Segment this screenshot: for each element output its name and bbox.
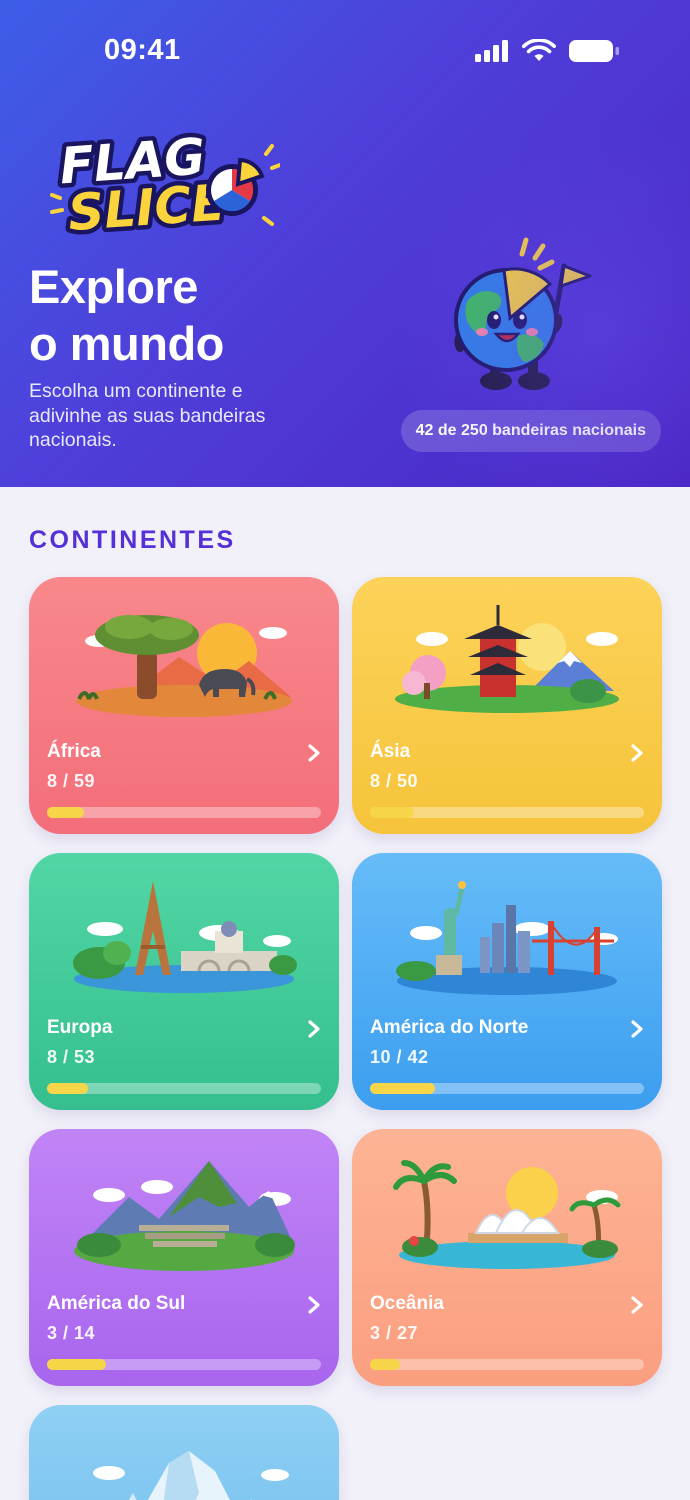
continent-card-europe[interactable]: Europa 8 / 53 <box>29 853 339 1110</box>
hero-subtitle: Escolha um continente e adivinhe as suas… <box>29 380 266 451</box>
continent-name: Ásia <box>370 741 411 762</box>
continent-card-north-america[interactable]: América do Norte 10 / 42 <box>352 853 662 1110</box>
chevron-right-icon <box>631 1020 643 1038</box>
status-time: 09:41 <box>104 34 181 66</box>
signal-icon <box>475 40 508 62</box>
continent-name: Europa <box>47 1017 113 1038</box>
page-title: Explore o mundo <box>29 260 224 370</box>
iceberg-penguins-icon <box>93 1451 289 1500</box>
progress-track <box>47 1359 321 1370</box>
progress-track <box>47 807 321 818</box>
progress-fill <box>47 1083 89 1094</box>
continent-count: 3 / 14 <box>47 1323 96 1343</box>
continent-card-africa[interactable]: África 8 / 59 <box>29 577 339 834</box>
battery-icon <box>569 40 619 62</box>
progress-fill <box>47 807 85 818</box>
progress-track <box>370 807 644 818</box>
hero-header: 09:41 FLAG SLICE Explore o mundo Escolha… <box>0 0 690 487</box>
continent-count: 8 / 50 <box>370 771 419 791</box>
status-icons <box>474 38 620 64</box>
progress-track <box>47 1083 321 1094</box>
continent-name: América do Norte <box>370 1017 529 1038</box>
chevron-right-icon <box>308 1296 320 1314</box>
machu-picchu-icon <box>74 1161 295 1271</box>
chevron-right-icon <box>308 744 320 762</box>
flags-progress-pill: 42 de 250 bandeiras nacionais <box>400 410 661 452</box>
flag-slice-logo: FLAG SLICE <box>50 128 280 238</box>
continent-count: 8 / 59 <box>47 771 96 791</box>
continent-name: América do Sul <box>47 1293 186 1314</box>
globe-mascot-icon <box>454 237 592 390</box>
continent-name: Oceânia <box>370 1293 444 1314</box>
sydney-opera-house-palms-icon <box>393 1160 621 1269</box>
continent-card-oceania[interactable]: Oceânia 3 / 27 <box>352 1129 662 1386</box>
progress-track <box>370 1359 644 1370</box>
chevron-right-icon <box>631 1296 643 1314</box>
section-title: CONTINENTES <box>29 526 236 554</box>
progress-fill <box>370 807 414 818</box>
chevron-right-icon <box>308 1020 320 1038</box>
continent-count: 10 / 42 <box>370 1047 429 1067</box>
progress-fill <box>47 1359 106 1370</box>
progress-fill <box>370 1083 436 1094</box>
continent-count: 8 / 53 <box>47 1047 96 1067</box>
wifi-icon <box>522 39 556 61</box>
pagoda-mount-fuji-icon <box>395 605 619 713</box>
continent-card-south-america[interactable]: América do Sul 3 / 14 <box>29 1129 339 1386</box>
logo-text-slice: SLICE <box>66 173 227 238</box>
continent-name: África <box>47 741 101 762</box>
continent-card-asia[interactable]: Ásia 8 / 50 <box>352 577 662 834</box>
statue-of-liberty-golden-gate-icon <box>396 881 618 995</box>
baobab-elephant-sunset-icon <box>76 615 292 717</box>
progress-fill <box>370 1359 401 1370</box>
continent-count: 3 / 27 <box>370 1323 419 1343</box>
chevron-right-icon <box>631 744 643 762</box>
continent-card-antarctica[interactable] <box>29 1405 339 1500</box>
eiffel-tower-bridge-icon <box>73 881 297 993</box>
progress-track <box>370 1083 644 1094</box>
